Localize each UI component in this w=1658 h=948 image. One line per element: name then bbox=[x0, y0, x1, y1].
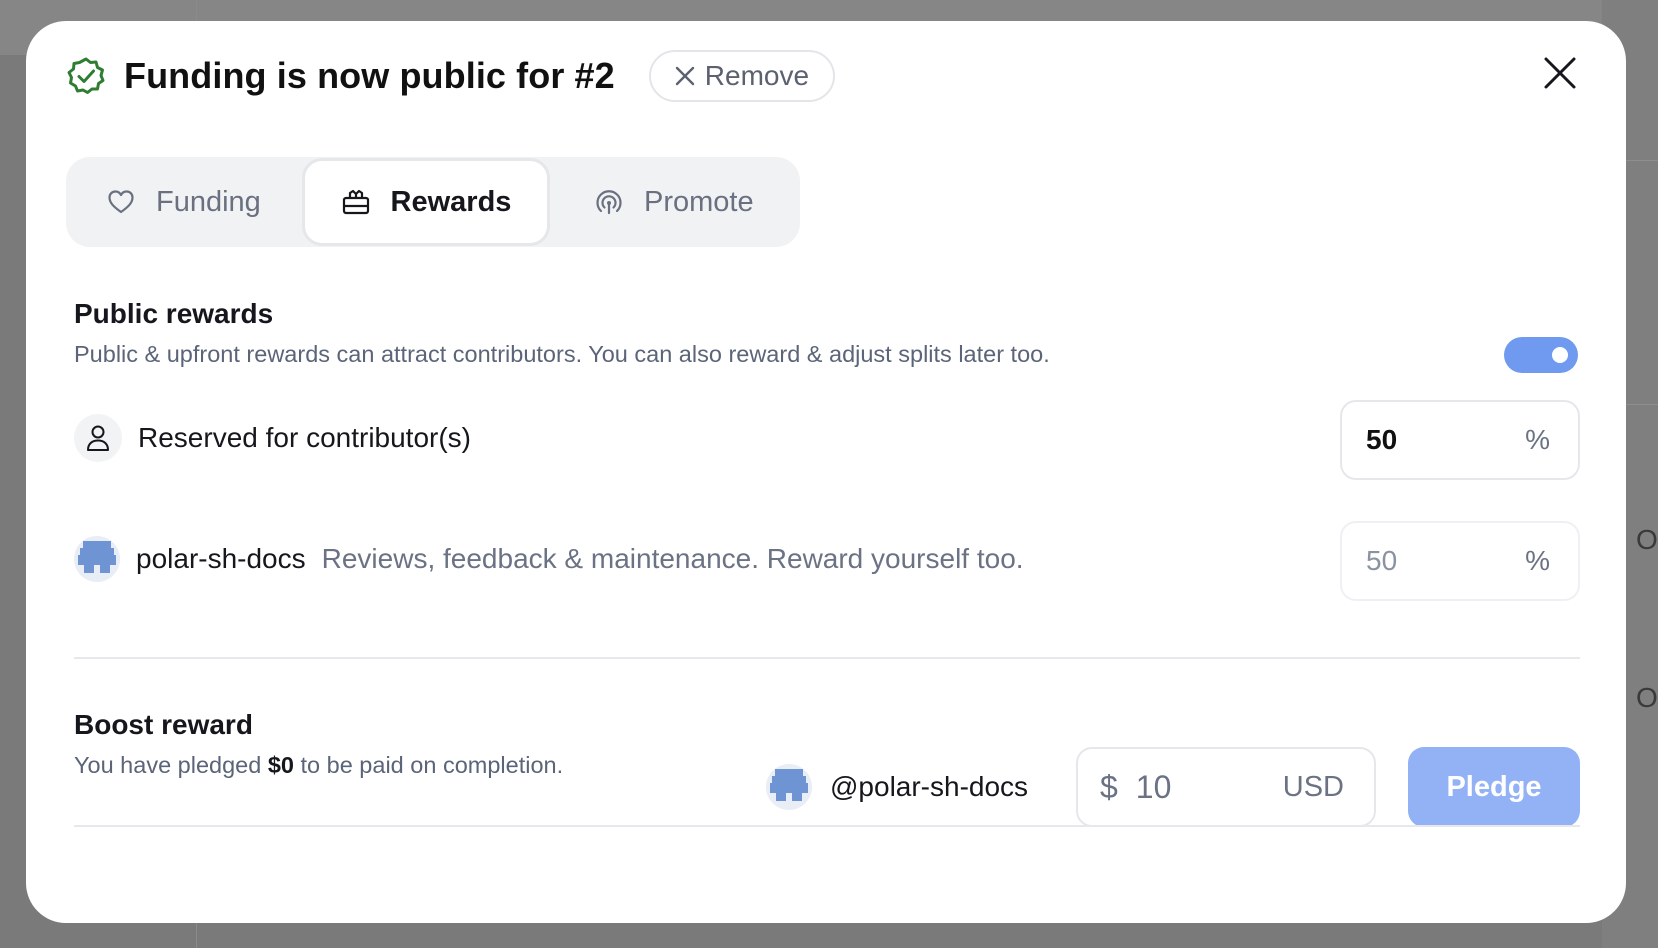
tab-promote[interactable]: Promote bbox=[550, 157, 754, 247]
tab-rewards[interactable]: Rewards bbox=[302, 158, 550, 246]
close-icon bbox=[675, 66, 694, 86]
funding-modal: Funding is now public for #2 Remove Fund… bbox=[26, 21, 1626, 923]
pledge-amount-value: 10 bbox=[1135, 768, 1172, 805]
public-rewards-toggle[interactable] bbox=[1504, 337, 1578, 373]
user-icon bbox=[74, 414, 122, 462]
gift-icon bbox=[342, 189, 369, 215]
contributor-percent-input[interactable]: 50 % bbox=[1340, 400, 1580, 480]
percent-unit: % bbox=[1525, 545, 1550, 576]
background-text: O bbox=[1636, 682, 1658, 713]
public-rewards-description: Public & upfront rewards can attract con… bbox=[74, 341, 1050, 367]
tab-bar: Funding Rewards Promote bbox=[66, 157, 800, 247]
tab-promote-label: Promote bbox=[644, 185, 754, 218]
section-divider bbox=[74, 825, 1580, 827]
public-rewards-title: Public rewards bbox=[74, 298, 274, 329]
pledged-amount: $0 bbox=[267, 752, 294, 778]
tab-funding[interactable]: Funding bbox=[66, 157, 302, 247]
broadcast-icon bbox=[596, 190, 622, 215]
boost-reward-description: You have pledged $0 to be paid on comple… bbox=[74, 752, 563, 779]
check-circle-icon bbox=[67, 57, 105, 94]
currency-symbol: $ bbox=[1100, 768, 1118, 805]
modal-title: Funding is now public for #2 bbox=[124, 55, 615, 96]
toggle-knob bbox=[1552, 347, 1568, 363]
maintainer-description: Reviews, feedback & maintenance. Reward … bbox=[321, 543, 1024, 574]
maintainer-percent-input[interactable]: 50 % bbox=[1340, 521, 1580, 601]
pledge-amount-input[interactable]: $ 10 USD bbox=[1076, 747, 1376, 827]
contributor-reward-label: Reserved for contributor(s) bbox=[138, 422, 472, 453]
remove-button-label: Remove bbox=[704, 60, 810, 91]
boost-reward-title: Boost reward bbox=[74, 709, 253, 740]
boost-username: @polar-sh-docs bbox=[830, 771, 1029, 802]
maintainer-name: polar-sh-docs bbox=[136, 543, 306, 574]
tab-funding-label: Funding bbox=[156, 185, 261, 218]
contributor-reward-row: Reserved for contributor(s) bbox=[74, 408, 471, 468]
maintainer-reward-row: polar-sh-docs Reviews, feedback & mainte… bbox=[74, 529, 1024, 589]
modal-header: Funding is now public for #2 Remove bbox=[66, 49, 836, 103]
org-avatar bbox=[74, 536, 120, 582]
close-modal-icon[interactable] bbox=[1542, 55, 1578, 91]
currency-code: USD bbox=[1282, 770, 1344, 803]
pledge-button[interactable]: Pledge bbox=[1408, 747, 1580, 827]
remove-button[interactable]: Remove bbox=[648, 50, 836, 102]
percent-unit: % bbox=[1525, 424, 1550, 455]
section-divider bbox=[74, 657, 1580, 659]
heart-icon bbox=[108, 190, 134, 214]
tab-rewards-label: Rewards bbox=[390, 185, 512, 218]
background-text: O bbox=[1636, 524, 1658, 555]
maintainer-percent-value: 50 bbox=[1366, 545, 1398, 576]
boost-desc-prefix: You have pledged bbox=[74, 752, 262, 778]
contributor-percent-value: 50 bbox=[1366, 424, 1398, 455]
org-avatar bbox=[766, 764, 812, 810]
boost-user: @polar-sh-docs bbox=[766, 763, 1028, 811]
boost-desc-suffix: to be paid on completion. bbox=[300, 752, 564, 778]
